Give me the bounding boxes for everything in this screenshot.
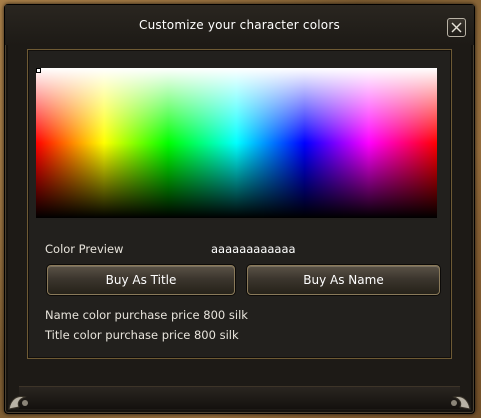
color-picker-gradient[interactable] bbox=[36, 68, 437, 218]
title-bar: Customize your character colors bbox=[5, 5, 474, 45]
corner-ornament-right-icon bbox=[451, 396, 471, 410]
bottom-frame bbox=[19, 386, 460, 409]
color-preview-text: aaaaaaaaaaaa bbox=[211, 242, 296, 256]
buy-as-title-button[interactable]: Buy As Title bbox=[47, 265, 235, 295]
close-button[interactable] bbox=[447, 18, 466, 37]
close-icon bbox=[451, 22, 462, 33]
corner-ornament-left-icon bbox=[8, 396, 28, 410]
name-color-price-text: Name color purchase price 800 silk bbox=[45, 308, 248, 322]
buy-as-name-button[interactable]: Buy As Name bbox=[247, 265, 440, 295]
content-panel: Color Preview aaaaaaaaaaaa Buy As Title … bbox=[27, 49, 452, 359]
dialog-title: Customize your character colors bbox=[139, 18, 340, 32]
title-color-price-text: Title color purchase price 800 silk bbox=[45, 328, 239, 342]
color-customize-dialog: Customize your character colors Color Pr… bbox=[4, 4, 475, 414]
color-picker-cursor[interactable] bbox=[36, 68, 41, 73]
color-preview-label: Color Preview bbox=[45, 242, 124, 256]
